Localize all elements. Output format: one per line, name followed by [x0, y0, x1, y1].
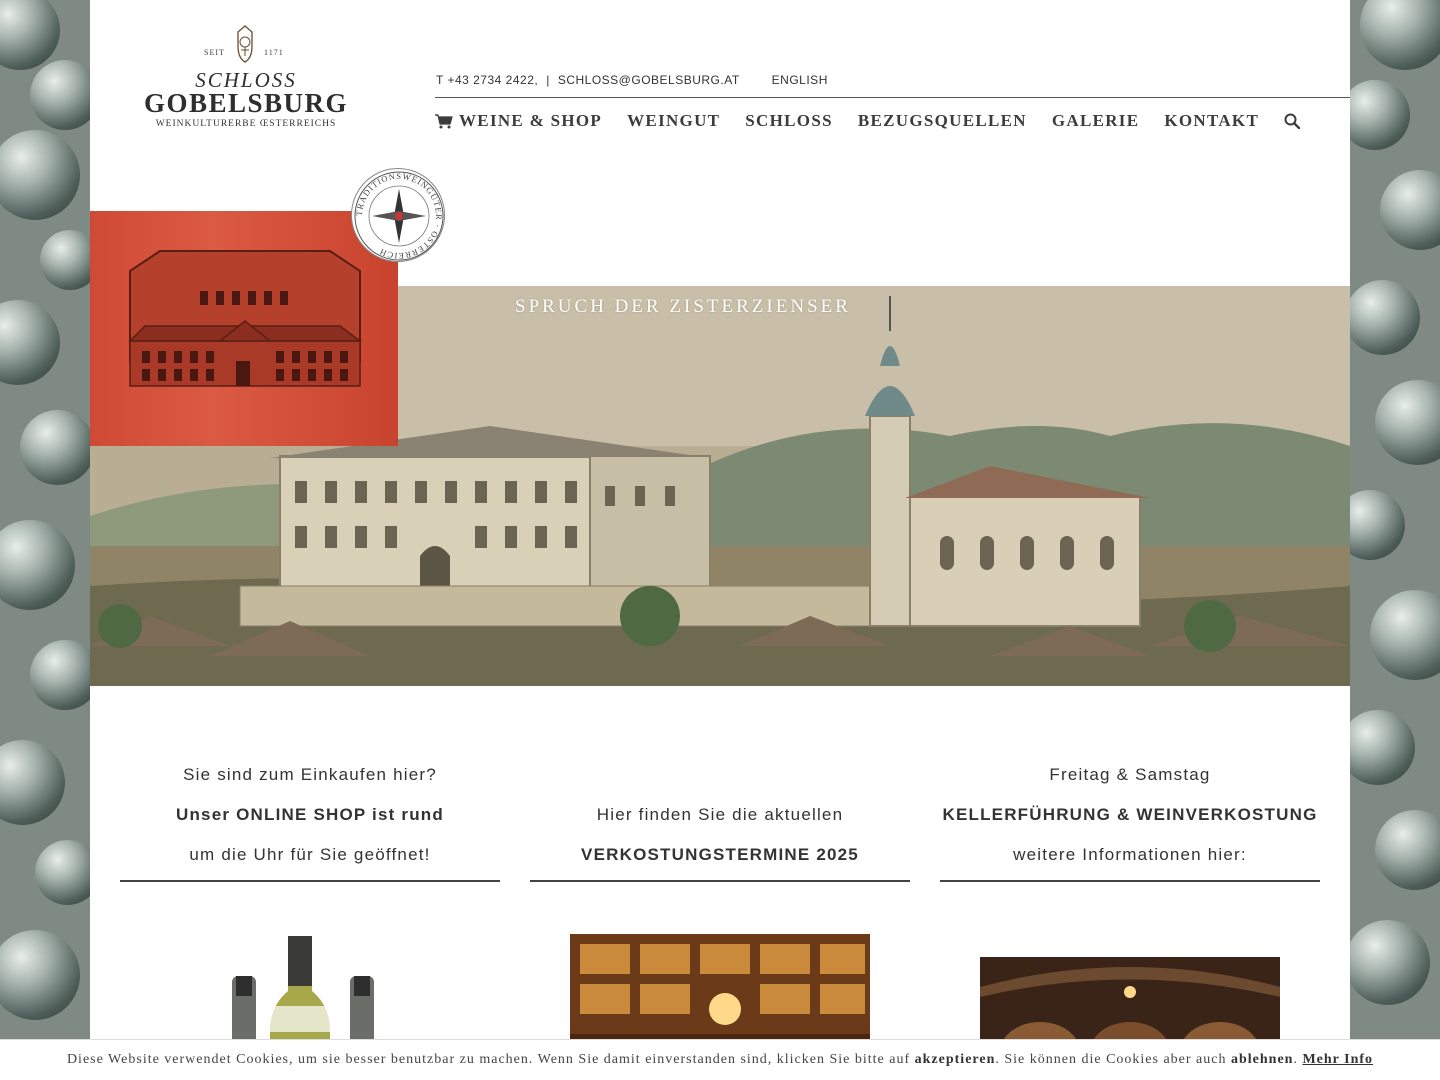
column-online-shop[interactable]: Sie sind zum Einkaufen hier? Unser ONLIN…	[120, 760, 500, 882]
header-divider	[435, 97, 1350, 98]
email-link[interactable]: SCHLOSS@GOBELSBURG.AT	[558, 73, 740, 87]
cookie-accept-button[interactable]: akzeptieren	[915, 1052, 996, 1068]
nav-label-weine-shop: WEINE & SHOP	[459, 111, 603, 130]
language-switch[interactable]: ENGLISH	[772, 73, 828, 87]
background-grapes-left	[0, 0, 100, 1080]
hero-caption: SPRUCH DER ZISTERZIENSER	[515, 296, 851, 317]
shopping-cart-icon	[435, 113, 453, 128]
nav-item-kontakt[interactable]: KONTAKT	[1164, 111, 1259, 131]
column-tour-line-3: weitere Informationen hier:	[1013, 845, 1247, 864]
background-grapes-right	[1335, 0, 1440, 1080]
column-shop-line-3: um die Uhr für Sie geöffnet!	[189, 845, 431, 864]
main-navigation: WEINE & SHOP WEINGUT SCHLOSS BEZUGSQUELL…	[435, 108, 1301, 134]
nav-item-weingut[interactable]: WEINGUT	[627, 111, 720, 131]
column-tasting-divider	[530, 880, 910, 882]
column-tour-divider	[940, 880, 1320, 882]
search-icon	[1284, 113, 1301, 129]
cookie-text-middle: . Sie können die Cookies aber auch	[995, 1052, 1231, 1067]
column-tour-line-2: KELLERFÜHRUNG & WEINVERKOSTUNG	[942, 805, 1318, 824]
contact-bar: T +43 2734 2422, | SCHLOSS@GOBELSBURG.AT…	[436, 70, 828, 90]
column-shop-line-2: Unser ONLINE SHOP ist rund	[176, 805, 444, 824]
crest-icon	[237, 25, 253, 63]
nav-item-weine-shop[interactable]: WEINE & SHOP	[435, 111, 602, 131]
cookie-text: Diese Website verwendet Cookies, um sie …	[66, 1052, 915, 1067]
nav-item-bezugsquellen[interactable]: BEZUGSQUELLEN	[858, 111, 1027, 131]
logo-tagline: WEINKULTURERBE ŒSTERREICHS	[155, 119, 337, 129]
search-button[interactable]	[1284, 113, 1301, 129]
site-logo[interactable]: SEIT 1171 SCHLOSS GOBELSBURG WEINKULTURE…	[138, 22, 354, 132]
column-tasting-dates[interactable]: Hier finden Sie die aktuellen VERKOSTUNG…	[530, 800, 910, 882]
cookie-decline-button[interactable]: ablehnen	[1231, 1052, 1293, 1068]
cookie-banner: Diese Website verwendet Cookies, um sie …	[0, 1039, 1440, 1080]
logo-year: 1171	[264, 48, 284, 57]
column-tour-line-1: Freitag & Samstag	[1049, 765, 1211, 784]
column-tasting-line-2: VERKOSTUNGSTERMINE 2025	[581, 845, 859, 864]
page-content: SEIT 1171 SCHLOSS GOBELSBURG WEINKULTURE…	[90, 0, 1350, 1080]
column-shop-line-1: Sie sind zum Einkaufen hier?	[183, 765, 437, 784]
cookie-text-after: .	[1293, 1052, 1303, 1067]
traditionsweingueter-seal: TRADITIONSWEINGÜTER · ÖSTERREICH	[351, 168, 445, 262]
contact-separator: |	[546, 73, 550, 87]
column-tasting-line-1: Hier finden Sie die aktuellen	[596, 805, 844, 824]
compass-seal-icon: TRADITIONSWEINGÜTER · ÖSTERREICH	[354, 171, 444, 261]
column-cellar-tour[interactable]: Freitag & Samstag KELLERFÜHRUNG & WEINVE…	[940, 760, 1320, 882]
logo-seit: SEIT	[204, 48, 225, 57]
phone-link[interactable]: T +43 2734 2422,	[436, 73, 538, 87]
column-shop-divider	[120, 880, 500, 882]
cookie-more-info-link[interactable]: Mehr Info	[1302, 1052, 1373, 1068]
nav-item-galerie[interactable]: GALERIE	[1052, 111, 1140, 131]
nav-item-schloss[interactable]: SCHLOSS	[745, 111, 833, 131]
logo-name: GOBELSBURG	[143, 88, 349, 118]
